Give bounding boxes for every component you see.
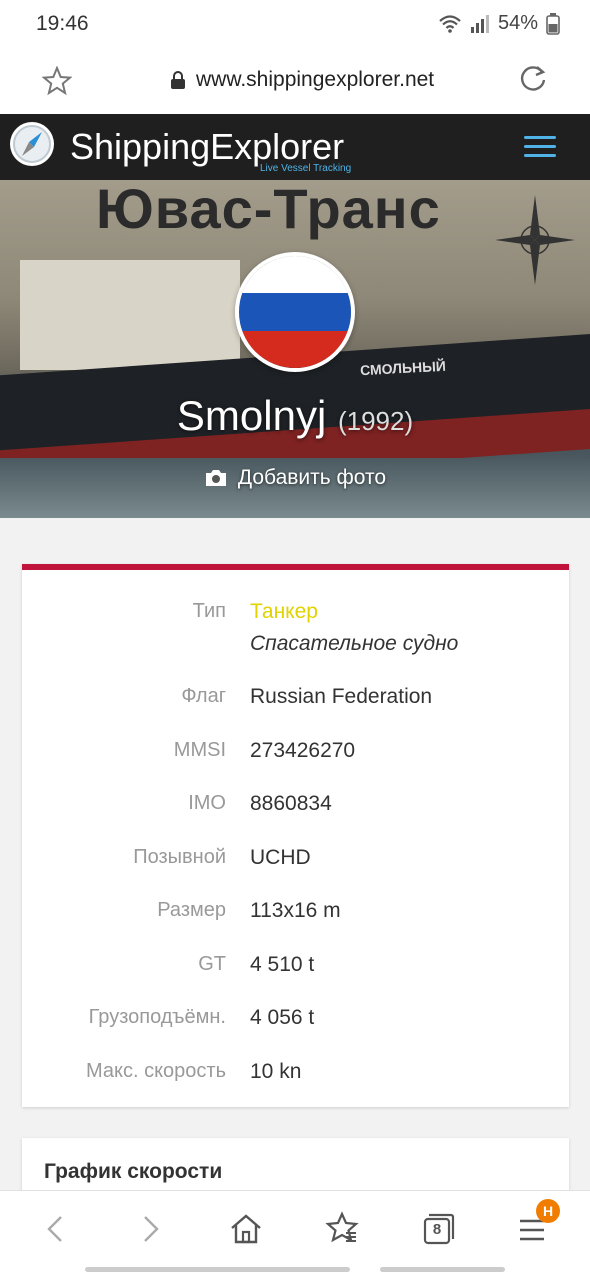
detail-row-imo: IMO 8860834	[22, 792, 569, 816]
detail-row-deadweight: Грузоподъёмн. 4 056 t	[22, 1006, 569, 1030]
max-speed-label: Макс. скорость	[85, 1060, 226, 1082]
wifi-icon	[439, 14, 461, 33]
mmsi-label: MMSI	[173, 739, 226, 761]
site-brand[interactable]: ShippingExplorer	[70, 126, 344, 168]
home-icon[interactable]	[226, 1209, 266, 1249]
gt-value: 4 510 t	[250, 953, 315, 976]
size-value: 113x16 m	[250, 899, 341, 922]
site-tagline: Live Vessel Tracking	[260, 163, 352, 174]
imo-label: IMO	[188, 792, 226, 814]
russian-flag-icon	[235, 252, 355, 372]
menu-line	[524, 154, 556, 157]
back-icon[interactable]	[36, 1209, 76, 1249]
gesture-handle	[85, 1267, 350, 1272]
detail-row-max-speed: Макс. скорость 10 kn	[22, 1060, 569, 1084]
tabs-count: 8	[432, 1221, 442, 1238]
flag-stripe-white	[239, 256, 351, 294]
type-label: Тип	[192, 600, 226, 622]
mmsi-value: 273426270	[250, 739, 356, 762]
menu-line	[524, 145, 556, 148]
max-speed-value: 10 kn	[250, 1060, 302, 1083]
speed-chart-title: График скорости	[44, 1160, 223, 1183]
browser-bottom-bar: 8 Н	[0, 1190, 590, 1280]
deadweight-value: 4 056 t	[250, 1006, 315, 1029]
detail-row-callsign: Позывной UCHD	[22, 846, 569, 870]
flag-stripe-blue	[239, 293, 351, 331]
gt-label: GT	[198, 953, 226, 975]
site-header: ShippingExplorer Live Vessel Tracking	[0, 114, 590, 180]
vessel-year: (1992)	[337, 406, 414, 436]
detail-row-flag: Флаг Russian Federation	[22, 685, 569, 709]
bookmark-star-icon[interactable]	[42, 66, 72, 96]
gesture-handle	[380, 1267, 505, 1272]
signal-icon	[470, 14, 489, 33]
flag-value: Russian Federation	[250, 685, 433, 708]
reload-icon[interactable]	[518, 64, 548, 94]
forward-icon[interactable]	[130, 1209, 170, 1249]
callsign-label: Позывной	[133, 846, 226, 868]
detail-row-mmsi: MMSI 273426270	[22, 739, 569, 763]
flag-label: Флаг	[181, 685, 226, 707]
vessel-hero: Ювас-Транс СМОЛЬНЫЙ Smolnyj (1992) Добав…	[0, 180, 590, 518]
status-time: 19:46	[36, 12, 89, 35]
vessel-name: Smolnyj (1992)	[0, 392, 590, 440]
callsign-value: UCHD	[250, 846, 311, 869]
detail-row-type: Тип Танкер Спасательное судно	[22, 600, 569, 656]
hamburger-menu-button[interactable]	[524, 136, 556, 158]
hero-banner-text: Ювас-Транс	[96, 180, 441, 240]
imo-value: 8860834	[250, 792, 332, 815]
add-photo-button[interactable]: Добавить фото	[0, 466, 590, 490]
status-indicators: 54%	[438, 12, 560, 35]
add-photo-label: Добавить фото	[237, 466, 387, 489]
detail-row-gt: GT 4 510 t	[22, 953, 569, 977]
ship-superstructure	[20, 260, 240, 370]
bookmarks-icon[interactable]	[322, 1209, 362, 1249]
deadweight-label: Грузоподъёмн.	[88, 1006, 226, 1028]
vessel-details-card: Тип Танкер Спасательное судно Флаг Russi…	[22, 564, 569, 1107]
size-label: Размер	[157, 899, 226, 921]
type-subtype: Спасательное судно	[250, 632, 459, 655]
detail-row-size: Размер 113x16 m	[22, 899, 569, 923]
menu-line	[524, 136, 556, 139]
camera-icon	[205, 470, 226, 486]
type-value: Танкер	[250, 600, 318, 623]
browser-url-bar: www.shippingexplorer.net	[0, 48, 590, 114]
compass-rose-icon	[495, 195, 575, 285]
browser-menu-button[interactable]: Н	[514, 1199, 560, 1249]
compass-logo-icon[interactable]	[8, 120, 56, 168]
address-field[interactable]: www.shippingexplorer.net	[170, 68, 434, 92]
url-text: www.shippingexplorer.net	[196, 68, 435, 91]
tabs-button[interactable]: 8	[418, 1209, 458, 1249]
status-bar: 19:46 54%	[0, 0, 590, 48]
lock-icon	[171, 71, 185, 89]
battery-percent: 54%	[497, 12, 538, 34]
menu-notification-badge: Н	[536, 1199, 560, 1223]
battery-icon	[546, 12, 560, 35]
vessel-name-text: Smolnyj	[176, 392, 327, 439]
